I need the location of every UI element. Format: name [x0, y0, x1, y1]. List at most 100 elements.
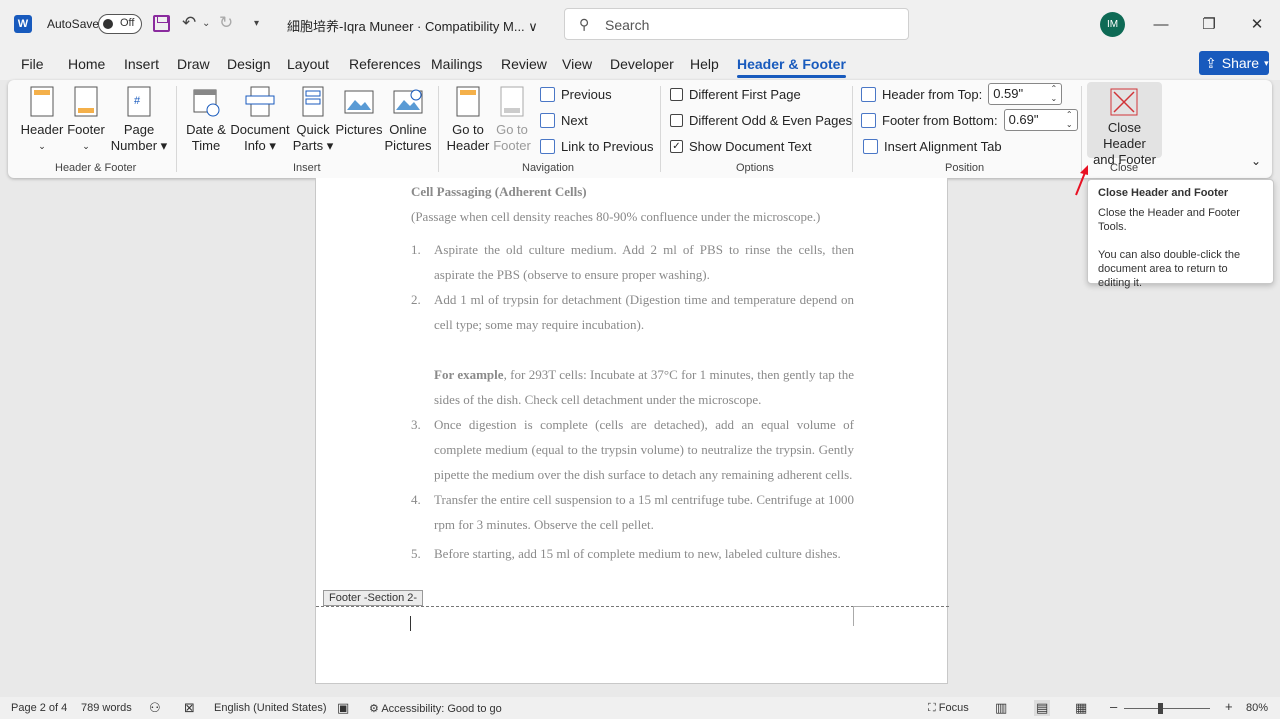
close-window-button[interactable]: ✕: [1242, 10, 1272, 38]
undo-dropdown-icon[interactable]: ⌄: [202, 18, 210, 29]
chevron-down-icon: ⌄: [82, 141, 90, 151]
tab-view[interactable]: View: [562, 56, 592, 72]
collapse-ribbon-icon[interactable]: ⌄: [1251, 154, 1261, 168]
macro-icon[interactable]: ▣: [337, 700, 349, 716]
document-info-button[interactable]: Document Info ▾: [230, 86, 290, 154]
tab-header-footer[interactable]: Header & Footer: [737, 56, 846, 78]
avatar[interactable]: IM: [1100, 12, 1125, 37]
save-icon[interactable]: [153, 15, 170, 32]
footer-from-bottom-input[interactable]: 0.69" ⌃ ⌄: [1003, 109, 1078, 131]
go-to-header-label-2: Header: [446, 138, 490, 153]
link-icon: [540, 139, 555, 154]
close-x-icon: [1110, 88, 1138, 116]
link-to-previous-button[interactable]: Link to Previous: [540, 139, 654, 154]
tab-draw[interactable]: Draw: [177, 56, 210, 72]
header-button[interactable]: Header ⌄: [20, 86, 64, 154]
different-odd-even-checkbox[interactable]: Different Odd & Even Pages: [670, 113, 852, 128]
group-divider: [660, 86, 661, 172]
show-document-text-checkbox[interactable]: ✓ Show Document Text: [670, 139, 812, 154]
document-page[interactable]: Cell Passaging (Adherent Cells) (Passage…: [315, 178, 949, 684]
tab-help[interactable]: Help: [690, 56, 719, 72]
page-number-button[interactable]: # Page Number ▾: [108, 86, 170, 154]
share-button[interactable]: ⇪ Share ▾: [1199, 51, 1269, 75]
focus-button[interactable]: ⛶ Focus: [928, 702, 969, 715]
group-label-navigation: Navigation: [522, 162, 574, 174]
next-button[interactable]: Next: [540, 113, 588, 128]
customize-toolbar-icon[interactable]: ▾: [254, 18, 259, 29]
checkmark-icon: ✓: [670, 140, 683, 153]
date-time-label-2: Time: [191, 138, 221, 153]
group-label-close: Close: [1110, 162, 1139, 174]
minimize-button[interactable]: —: [1146, 10, 1176, 38]
tab-file[interactable]: File: [21, 56, 44, 72]
page-number-icon: #: [127, 86, 151, 117]
proofing-icon[interactable]: ⚇: [149, 700, 161, 716]
tab-references[interactable]: References: [349, 56, 421, 72]
tab-design[interactable]: Design: [227, 56, 271, 72]
tab-mailings[interactable]: Mailings: [431, 56, 482, 72]
close-header-footer-tooltip: Close Header and Footer Close the Header…: [1087, 179, 1274, 289]
undo-icon[interactable]: ↶: [182, 13, 196, 33]
accessibility-label: Accessibility: Good to go: [381, 703, 502, 715]
pictures-icon: [344, 90, 374, 114]
date-time-label-1: Date &: [186, 122, 226, 137]
read-mode-icon[interactable]: ▥: [995, 700, 1007, 716]
zoom-slider-track[interactable]: [1124, 708, 1210, 709]
spin-arrows-icon[interactable]: ⌃ ⌄: [1066, 110, 1073, 130]
tab-developer[interactable]: Developer: [610, 56, 674, 72]
quick-parts-icon: [302, 86, 324, 117]
print-layout-icon[interactable]: ▤: [1034, 700, 1051, 716]
close-header-footer-button[interactable]: Close Header and Footer: [1087, 82, 1162, 167]
previous-button[interactable]: Previous: [540, 87, 612, 102]
tab-layout[interactable]: Layout: [287, 56, 329, 72]
header-position-icon: [861, 86, 876, 102]
page-count[interactable]: Page 2 of 4: [11, 702, 67, 714]
list-item: Transfer the entire cell suspension to a…: [434, 492, 854, 532]
zoom-out-button[interactable]: –: [1110, 699, 1117, 714]
text-predictions-icon[interactable]: ⊠: [184, 700, 195, 716]
header-from-top-input[interactable]: 0.59" ⌃ ⌄: [988, 83, 1063, 105]
page-number-label-1: Page: [123, 122, 155, 137]
example-bold: For example: [434, 367, 504, 382]
autosave-toggle[interactable]: Off: [98, 14, 142, 34]
different-first-page-checkbox[interactable]: Different First Page: [670, 87, 801, 102]
footer-section-tag: Footer -Section 2-: [323, 590, 424, 606]
insert-alignment-tab-button[interactable]: Insert Alignment Tab: [863, 139, 1002, 154]
zoom-level[interactable]: 80%: [1246, 702, 1268, 714]
document-info-icon: [245, 86, 275, 117]
web-layout-icon[interactable]: ▦: [1075, 700, 1087, 716]
quick-parts-label-2: Parts ▾: [292, 138, 334, 153]
restore-button[interactable]: ❐: [1194, 10, 1224, 38]
quick-parts-button[interactable]: Quick Parts ▾: [292, 86, 334, 154]
tab-insert[interactable]: Insert: [124, 56, 159, 72]
toggle-knob: [103, 19, 113, 29]
document-title[interactable]: 細胞培养-Iqra Muneer · Compatibility M... ∨: [287, 16, 538, 35]
close-label-1: Close Header: [1103, 120, 1146, 151]
go-to-footer-button[interactable]: Go to Footer: [492, 86, 532, 154]
list-item: Once digestion is complete (cells are de…: [434, 417, 854, 482]
search-box[interactable]: ⚲: [564, 8, 909, 40]
tab-review[interactable]: Review: [501, 56, 547, 72]
language-status[interactable]: English (United States): [214, 702, 327, 714]
search-input[interactable]: [605, 15, 895, 35]
zoom-in-button[interactable]: +: [1225, 699, 1233, 714]
header-label: Header: [20, 122, 64, 137]
footer-from-bottom-value: 0.69": [1008, 112, 1039, 127]
section-subheading: (Passage when cell density reaches 80-90…: [411, 209, 821, 224]
next-icon: [540, 113, 555, 128]
zoom-slider-handle[interactable]: [1158, 703, 1163, 714]
go-to-footer-label-2: Footer: [493, 138, 531, 153]
spin-arrows-icon[interactable]: ⌃ ⌄: [1051, 84, 1058, 104]
word-count[interactable]: 789 words: [81, 702, 132, 714]
autosave-state: Off: [120, 17, 135, 29]
next-label: Next: [561, 113, 588, 128]
date-time-button[interactable]: Date & Time: [184, 86, 228, 154]
go-to-header-button[interactable]: Go to Header: [446, 86, 490, 154]
redo-icon[interactable]: ↻: [219, 13, 233, 33]
tab-home[interactable]: Home: [68, 56, 105, 72]
online-pictures-button[interactable]: Online Pictures: [384, 86, 432, 154]
footer-button[interactable]: Footer ⌄: [66, 86, 106, 154]
pictures-button[interactable]: Pictures: [336, 86, 382, 138]
list-item: Add 1 ml of trypsin for detachment (Dige…: [434, 292, 854, 332]
accessibility-status[interactable]: ⚙ Accessibility: Good to go: [369, 702, 502, 715]
